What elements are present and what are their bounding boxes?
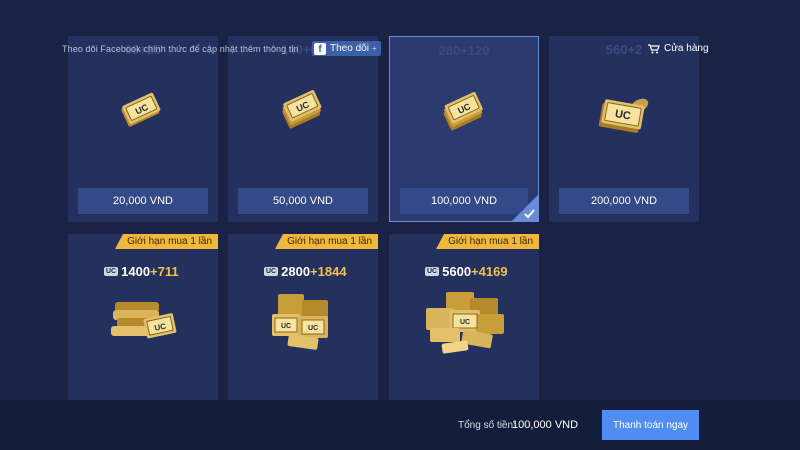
uc-package-card[interactable]: 60+25 UC 20,000 VND: [68, 36, 218, 222]
facebook-follow-button[interactable]: f Theo dõi +: [312, 41, 381, 56]
uc-icon: UC: [104, 267, 119, 276]
cart-icon: [648, 43, 660, 53]
price-button[interactable]: 20,000 VND: [78, 188, 208, 214]
uc-limited-package-card[interactable]: Giới hạn mua 1 lần UC 1400 +711 UC: [68, 234, 218, 400]
svg-text:UC: UC: [460, 319, 470, 326]
uc-amount: 280+120: [438, 43, 490, 58]
uc-amount: UC 5600 +4169: [425, 264, 508, 279]
store-label: Cửa hàng: [664, 43, 709, 54]
total-value: 100,000 VND: [512, 419, 579, 431]
uc-coin-icon: UC: [121, 92, 161, 127]
store-link[interactable]: Cửa hàng: [648, 43, 709, 54]
uc-icon: UC: [264, 267, 279, 276]
follow-label: Theo dõi: [330, 43, 369, 54]
facebook-icon: f: [314, 42, 326, 55]
pay-now-button[interactable]: Thanh toán ngay: [602, 410, 699, 440]
svg-text:UC: UC: [281, 323, 291, 330]
uc-icon: UC: [425, 267, 440, 276]
limit-ribbon: Giới hạn mua 1 lần: [436, 234, 539, 249]
total-label: Tổng số tiền:: [458, 420, 516, 431]
price-button[interactable]: 200,000 VND: [559, 188, 689, 214]
uc-package-card[interactable]: 560+2 UC 200,000 VND: [549, 36, 699, 222]
uc-coin-stack-icon: UC UC: [272, 294, 328, 350]
uc-coin-stack-icon: UC: [426, 292, 504, 354]
follow-plus: +: [371, 44, 377, 53]
facebook-notice: Theo dõi Facebook chính thức để cập nhật…: [62, 44, 299, 54]
uc-coin-icon: UC: [282, 90, 322, 129]
limit-ribbon: Giới hạn mua 1 lần: [115, 234, 218, 249]
limit-ribbon: Giới hạn mua 1 lần: [275, 234, 378, 249]
uc-package-card-selected[interactable]: 280+120 UC 100,000 VND: [389, 36, 539, 222]
checkout-footer: Tổng số tiền: 100,000 VND Thanh toán nga…: [0, 400, 800, 450]
price-button[interactable]: 50,000 VND: [238, 188, 368, 214]
uc-amount: UC 2800 +1844: [264, 264, 347, 279]
price-button[interactable]: 100,000 VND: [400, 188, 528, 214]
selected-check-icon: [512, 195, 538, 221]
svg-text:UC: UC: [308, 325, 318, 332]
uc-limited-package-card[interactable]: Giới hạn mua 1 lần UC 2800 +1844 UC UC: [228, 234, 378, 400]
uc-limited-package-card[interactable]: Giới hạn mua 1 lần UC 5600 +4169 UC: [389, 234, 539, 400]
uc-coin-stack-icon: UC: [111, 302, 177, 339]
uc-coin-icon: UC: [443, 92, 483, 131]
uc-package-card[interactable]: 140+60 UC 50,000 VND: [228, 36, 378, 222]
uc-amount: UC 1400 +711: [104, 264, 179, 279]
uc-coin-icon: UC: [598, 98, 649, 133]
